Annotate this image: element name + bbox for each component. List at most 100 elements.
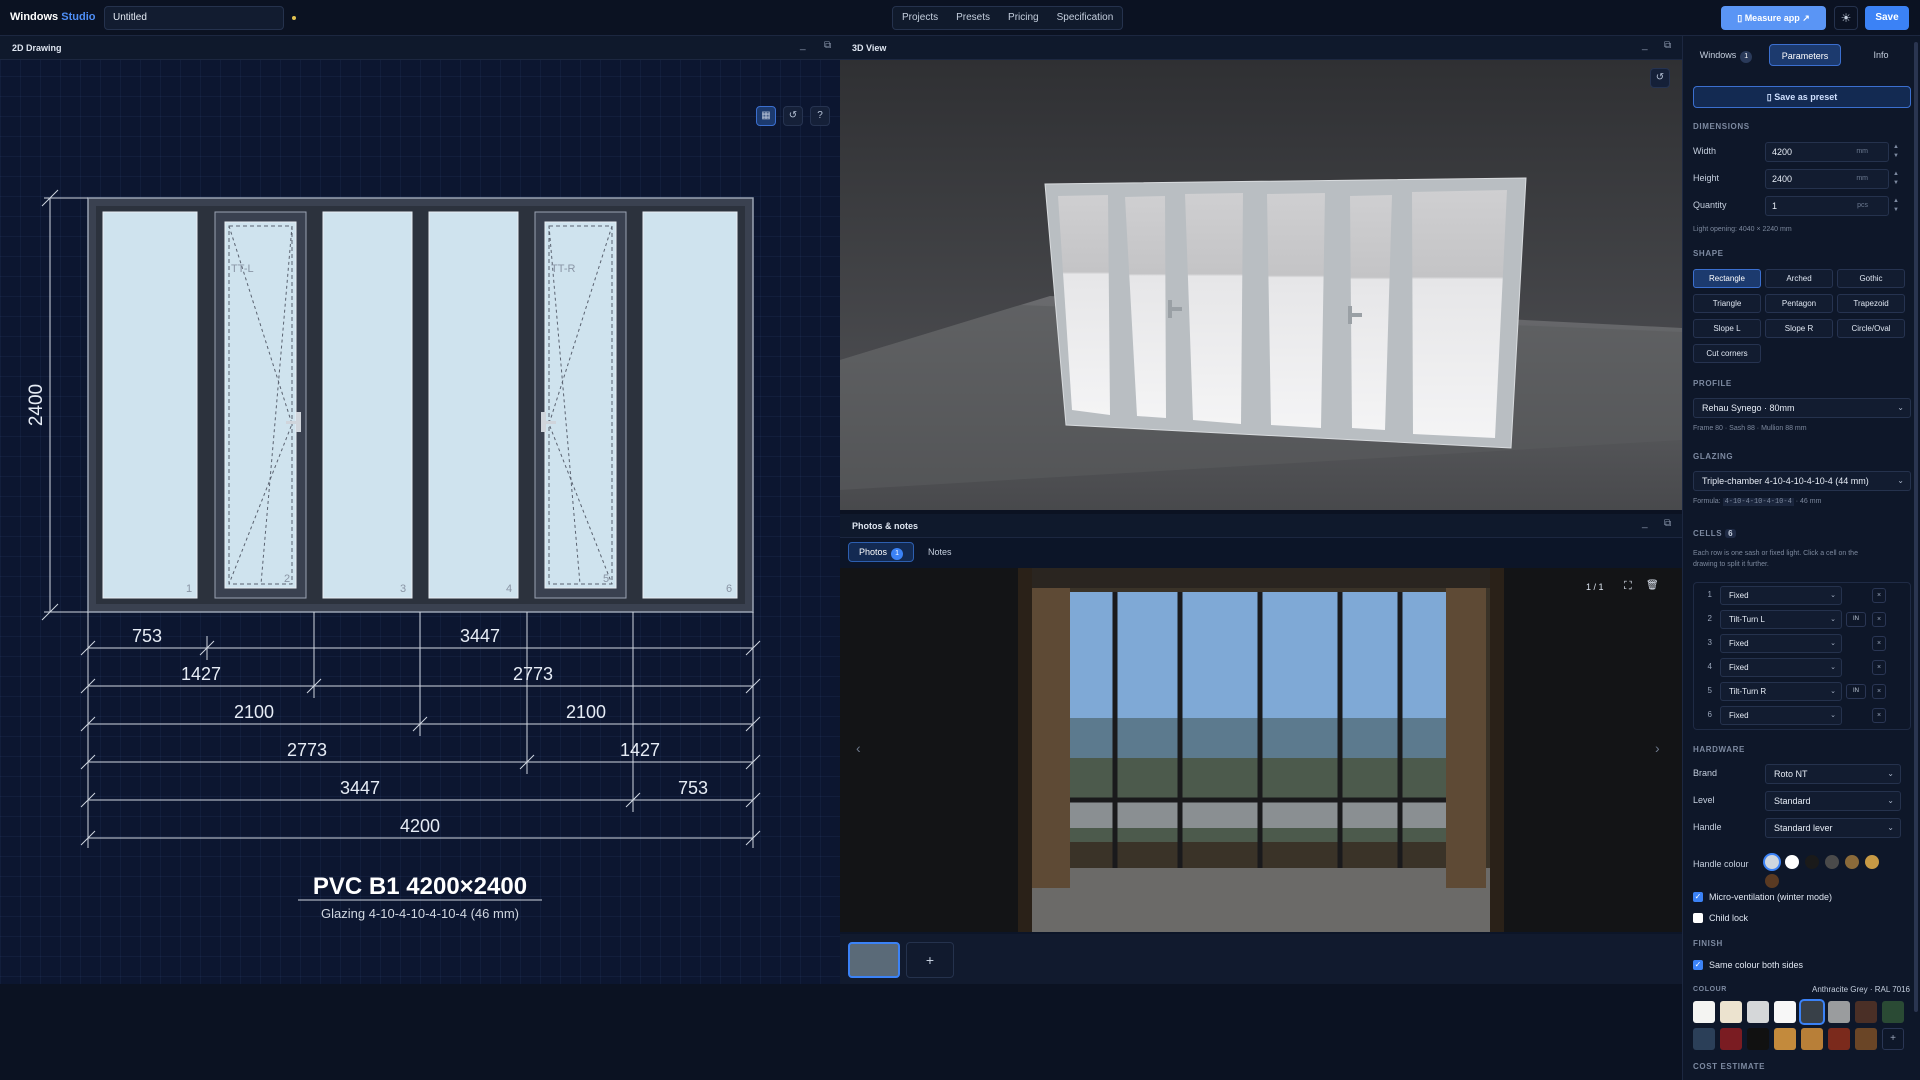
finish-colour-swatch[interactable] xyxy=(1855,1028,1877,1050)
finish-colour-swatch[interactable] xyxy=(1828,1001,1850,1023)
stepper-icon[interactable]: ▲ ▼ xyxy=(1893,197,1899,215)
cell-row: 1 Fixed ⌄ × xyxy=(1694,586,1912,606)
photo-thumbnail[interactable] xyxy=(848,942,900,978)
finish-colour-swatch[interactable] xyxy=(1720,1028,1742,1050)
tab-parameters[interactable]: Parameters xyxy=(1769,44,1841,66)
handle-colour-swatch[interactable] xyxy=(1845,855,1859,869)
section-profile: PROFILE xyxy=(1693,379,1732,388)
measure-app-button[interactable]: ▯ Measure app ↗ xyxy=(1721,6,1826,30)
next-photo-button[interactable]: › xyxy=(1655,740,1660,756)
hardware-brand-select[interactable]: Roto NT ⌄ xyxy=(1765,764,1901,784)
remove-cell-icon[interactable]: × xyxy=(1872,660,1886,675)
save-as-preset-button[interactable]: ▯ Save as preset xyxy=(1693,86,1911,108)
chevron-down-icon: ⌄ xyxy=(1830,616,1836,623)
remove-cell-icon[interactable]: × xyxy=(1872,684,1886,699)
document-title-input[interactable]: Untitled xyxy=(104,6,284,30)
shape-slope-r-button[interactable]: Slope R xyxy=(1765,319,1833,338)
tab-windows[interactable]: Windows 1 xyxy=(1693,44,1759,66)
handle-select[interactable]: Standard lever ⌄ xyxy=(1765,818,1901,838)
previous-photo-button[interactable]: ‹ xyxy=(856,740,861,756)
child-lock-checkbox[interactable] xyxy=(1693,913,1703,923)
height-input[interactable]: 2400 mm ▲ ▼ xyxy=(1765,169,1899,189)
handle-colour-swatch[interactable] xyxy=(1765,855,1779,869)
handle-colour-swatch[interactable] xyxy=(1825,855,1839,869)
finish-colour-swatch[interactable] xyxy=(1774,1028,1796,1050)
nav-pricing[interactable]: Pricing xyxy=(999,7,1048,29)
sidebar-scrollbar[interactable] xyxy=(1914,42,1918,1012)
cell-type-select[interactable]: Tilt-Turn L ⌄ xyxy=(1720,610,1842,629)
remove-cell-icon[interactable]: × xyxy=(1872,588,1886,603)
shape-gothic-button[interactable]: Gothic xyxy=(1837,269,1905,288)
shape-arched-button[interactable]: Arched xyxy=(1765,269,1833,288)
chevron-down-icon: ⌄ xyxy=(1887,796,1894,805)
minimize-icon[interactable]: _ xyxy=(1642,40,1648,51)
shape-trapezoid-button[interactable]: Trapezoid xyxy=(1837,294,1905,313)
shape-slope-l-button[interactable]: Slope L xyxy=(1693,319,1761,338)
save-button[interactable]: Save xyxy=(1865,6,1909,30)
view3d-panel[interactable]: 3D View _ ⧉ ↺ xyxy=(840,36,1682,510)
quantity-input[interactable]: 1 pcs ▲ ▼ xyxy=(1765,196,1899,216)
shape-cut-corners-button[interactable]: Cut corners xyxy=(1693,344,1761,363)
finish-colour-swatch[interactable] xyxy=(1774,1001,1796,1023)
finish-colour-swatch[interactable] xyxy=(1855,1001,1877,1023)
cell-row: 2 Tilt-Turn L ⌄ IN × xyxy=(1694,610,1912,630)
popout-icon[interactable]: ⧉ xyxy=(1664,40,1671,51)
finish-colour-swatch[interactable] xyxy=(1720,1001,1742,1023)
cell-type-select[interactable]: Tilt-Turn R ⌄ xyxy=(1720,682,1842,701)
finish-colour-swatch[interactable] xyxy=(1693,1001,1715,1023)
finish-colour-swatch[interactable] xyxy=(1747,1028,1769,1050)
stepper-icon[interactable]: ▲ ▼ xyxy=(1893,143,1899,161)
cell-type-select[interactable]: Fixed ⌄ xyxy=(1720,586,1842,605)
add-photo-button[interactable]: + xyxy=(906,942,954,978)
shape-triangle-button[interactable]: Triangle xyxy=(1693,294,1761,313)
nav-projects[interactable]: Projects xyxy=(893,7,947,29)
same-colour-checkbox[interactable]: ✓ xyxy=(1693,960,1703,970)
reset-camera-button[interactable]: ↺ xyxy=(1650,68,1670,88)
finish-colour-swatch[interactable] xyxy=(1693,1028,1715,1050)
remove-cell-icon[interactable]: × xyxy=(1872,636,1886,651)
minimize-icon[interactable]: _ xyxy=(1642,518,1648,529)
add-colour-button[interactable]: + xyxy=(1882,1028,1904,1050)
handle-colour-swatch[interactable] xyxy=(1805,855,1819,869)
3d-scene[interactable] xyxy=(840,60,1682,510)
cell-type-select[interactable]: Fixed ⌄ xyxy=(1720,706,1842,725)
trash-icon[interactable]: 🗑 xyxy=(1646,580,1659,591)
fullscreen-icon[interactable]: ⛶ xyxy=(1624,580,1632,593)
shape-circle-oval-button[interactable]: Circle/Oval xyxy=(1837,319,1905,338)
remove-cell-icon[interactable]: × xyxy=(1872,612,1886,627)
hardware-level-select[interactable]: Standard ⌄ xyxy=(1765,791,1901,811)
unsaved-indicator xyxy=(292,16,296,20)
nav-presets[interactable]: Presets xyxy=(947,7,999,29)
opening-direction-toggle[interactable]: IN xyxy=(1846,612,1866,627)
finish-colour-swatch[interactable] xyxy=(1828,1028,1850,1050)
remove-cell-icon[interactable]: × xyxy=(1872,708,1886,723)
dimension-label: 2773 xyxy=(513,664,553,684)
profile-select[interactable]: Rehau Synego · 80mm ⌄ xyxy=(1693,398,1911,418)
tab-photos[interactable]: Photos 1 xyxy=(848,542,914,562)
cell-type-select[interactable]: Fixed ⌄ xyxy=(1720,658,1842,677)
dimension-label: 753 xyxy=(132,626,162,646)
tab-notes[interactable]: Notes xyxy=(928,547,952,557)
handle-colour-swatch[interactable] xyxy=(1865,855,1879,869)
cell-type-select[interactable]: Fixed ⌄ xyxy=(1720,634,1842,653)
shape-rectangle-button[interactable]: Rectangle xyxy=(1693,269,1761,288)
shape-pentagon-button[interactable]: Pentagon xyxy=(1765,294,1833,313)
finish-colour-swatch[interactable] xyxy=(1882,1001,1904,1023)
handle-colour-label: Handle colour xyxy=(1693,859,1749,869)
theme-toggle-button[interactable]: ☀ xyxy=(1834,6,1858,30)
finish-colour-swatch[interactable] xyxy=(1801,1028,1823,1050)
window-drawing[interactable]: TT-L TT-R 1 2 3 4 5 6 2400 753 3447 1427… xyxy=(0,36,840,984)
finish-colour-swatch[interactable] xyxy=(1801,1001,1823,1023)
tab-info[interactable]: Info xyxy=(1851,44,1911,66)
finish-colour-swatch[interactable] xyxy=(1747,1001,1769,1023)
glazing-select[interactable]: Triple-chamber 4-10-4-10-4-10-4 (44 mm) ⌄ xyxy=(1693,471,1911,491)
popout-icon[interactable]: ⧉ xyxy=(1664,518,1671,529)
handle-colour-swatch[interactable] xyxy=(1785,855,1799,869)
stepper-icon[interactable]: ▲ ▼ xyxy=(1893,170,1899,188)
parameters-sidebar: Windows 1 Parameters Info ▯ Save as prese… xyxy=(1682,36,1920,1080)
nav-specification[interactable]: Specification xyxy=(1048,7,1123,29)
width-input[interactable]: 4200 mm ▲ ▼ xyxy=(1765,142,1899,162)
opening-direction-toggle[interactable]: IN xyxy=(1846,684,1866,699)
handle-colour-swatch[interactable] xyxy=(1765,874,1779,888)
micro-ventilation-checkbox[interactable]: ✓ xyxy=(1693,892,1703,902)
